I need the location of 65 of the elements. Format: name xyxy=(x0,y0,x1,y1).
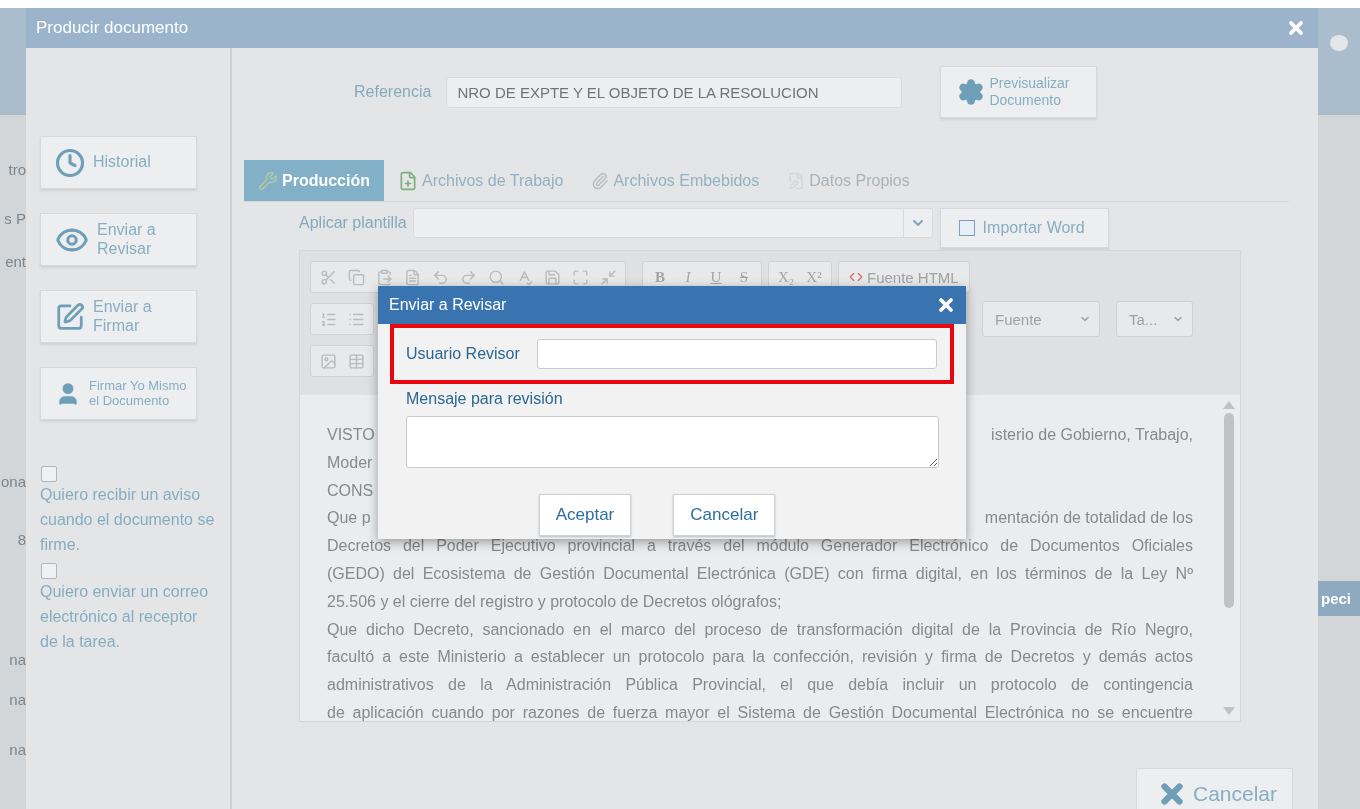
gear-icon xyxy=(957,78,986,106)
dialog-button[interactable]: Cancelar xyxy=(673,494,776,536)
preview-button[interactable]: Previsualizar Documento xyxy=(940,66,1098,118)
document-text: de aplicación cuando por razones de fuerza mayor el Sistema de Gestión Documental Electrónica no se encuentre xyxy=(327,702,1193,721)
document-text: isterio de Gobierno, Trabajo, xyxy=(991,425,1193,445)
document-text: administrativos de la Administración Pública Provincial, el que debía incluir un protocolo de contingencia xyxy=(327,675,1193,696)
close-icon[interactable] xyxy=(1286,18,1306,38)
file-plus-icon xyxy=(398,170,418,191)
dialog-button[interactable]: Aceptar xyxy=(538,494,632,536)
background-text: ona xyxy=(0,473,26,491)
checkbox[interactable] xyxy=(41,466,57,482)
background-text: na xyxy=(9,651,26,669)
cancel-button[interactable]: Cancelar xyxy=(1136,768,1293,809)
checkbox[interactable] xyxy=(41,563,57,579)
document-text: facultó a este Ministerio a establecer un protocolo para la confección, revisión y firma de Decretos y demás actos xyxy=(327,647,1193,668)
format-button[interactable]: B xyxy=(647,268,673,286)
background-text: s P xyxy=(4,210,26,228)
checkbox-label: Quiero recibir un aviso cuando el documento se firme. xyxy=(40,485,216,555)
background-text: peci xyxy=(1318,581,1360,616)
message-field[interactable] xyxy=(406,416,939,468)
background-text: ent xyxy=(5,253,26,271)
checkbox-label: Quiero enviar un correo electrónico al receptor de la tarea. xyxy=(40,582,210,652)
document-text: Moder xyxy=(327,452,373,473)
template-select[interactable] xyxy=(412,208,933,238)
wrench-icon xyxy=(258,170,278,191)
user-field[interactable] xyxy=(536,339,937,369)
document-text: mentación de totalidad de los xyxy=(984,508,1193,529)
field-label: Mensaje para revisión xyxy=(406,390,564,408)
document-text: Decretos del Poder Ejecutivo provincial a través del módulo Generador Electrónico de Documentos Oficiales xyxy=(327,536,1193,557)
document-text: (GEDO) del Ecosistema de Gestión Documental Electrónica (GDE) con firma digital, en los términos de la Ley Nº xyxy=(327,564,1193,584)
paperclip-icon xyxy=(591,171,610,190)
tab[interactable]: Archivos Embebidos xyxy=(577,160,774,201)
window-title: Producir documento xyxy=(36,18,189,38)
format-button[interactable]: S xyxy=(731,268,757,286)
action-button[interactable]: Firmar Yo Mismo el Documento xyxy=(40,367,197,420)
action-button[interactable]: Historial xyxy=(40,136,197,189)
import-button[interactable]: Importar Word xyxy=(939,208,1109,248)
field-label: Usuario Revisor xyxy=(406,345,520,363)
document-text: 25.506 y el cierre del registro y protocolo de Decretos ológrafos; xyxy=(327,591,783,612)
close-icon[interactable] xyxy=(936,295,956,315)
format-button[interactable]: X₂ xyxy=(773,268,799,286)
background-text: na xyxy=(9,741,26,759)
reference-field[interactable]: NRO DE EXPTE Y EL OBJETO DE LA RESOLUCION xyxy=(446,76,903,108)
clock-icon xyxy=(55,147,85,178)
background-text: tro xyxy=(8,161,26,179)
tab[interactable]: Producción xyxy=(244,160,384,201)
field-label: Referencia xyxy=(354,83,432,101)
font-select[interactable]: Fuente xyxy=(982,301,1100,337)
action-button[interactable]: Enviar a Revisar xyxy=(40,213,197,266)
format-button[interactable]: I xyxy=(675,268,701,286)
action-button[interactable]: Enviar a Firmar xyxy=(40,290,197,343)
dialog-title: Enviar a Revisar xyxy=(389,296,507,314)
code-icon xyxy=(849,270,863,284)
size-select[interactable]: Ta... xyxy=(1116,301,1193,337)
document-text: Que p xyxy=(327,508,371,529)
background-text: na xyxy=(9,691,26,709)
document-text: CONS xyxy=(327,480,374,501)
field-label: Aplicar plantilla xyxy=(299,214,407,232)
format-button[interactable]: U xyxy=(703,268,729,286)
document-text: VISTO xyxy=(327,425,375,445)
document-text: Que dicho Decreto, sancionado en el marco del proceso de transformación digital de la Provincia de Río Negro, xyxy=(327,619,1193,640)
background-text: 8 xyxy=(17,531,26,549)
format-button[interactable]: X² xyxy=(801,268,827,286)
pen-icon xyxy=(55,301,85,332)
tab[interactable]: Archivos de Trabajo xyxy=(384,160,578,201)
